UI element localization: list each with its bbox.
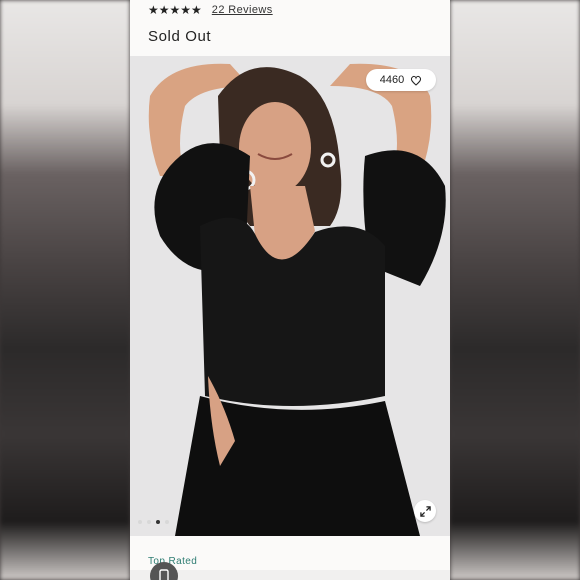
favorite-button[interactable]: 4460: [366, 69, 436, 91]
expand-icon: [419, 505, 431, 517]
product-panel: ★★★★★ 22 Reviews Sold Out 4460 Top Rated: [130, 0, 450, 580]
star-rating: ★★★★★: [148, 3, 202, 17]
carousel-dot-3[interactable]: [156, 520, 160, 524]
carousel-dot-4[interactable]: [165, 520, 169, 524]
carousel-dot-2[interactable]: [147, 520, 151, 524]
product-image: [130, 56, 450, 536]
rating-row: ★★★★★ 22 Reviews: [148, 2, 273, 18]
blurred-backdrop-right: [450, 0, 580, 580]
reviews-link[interactable]: 22 Reviews: [212, 4, 273, 16]
stock-status: Sold Out: [148, 28, 212, 45]
carousel-dots: [138, 520, 169, 524]
blurred-backdrop-left: [0, 0, 130, 580]
expand-button[interactable]: [414, 500, 436, 522]
phone-icon: [159, 569, 169, 580]
product-photo[interactable]: 4460: [130, 56, 450, 536]
favorite-count: 4460: [379, 74, 405, 86]
bottom-bar: [130, 570, 450, 580]
carousel-dot-1[interactable]: [138, 520, 142, 524]
heart-icon: [411, 75, 422, 86]
